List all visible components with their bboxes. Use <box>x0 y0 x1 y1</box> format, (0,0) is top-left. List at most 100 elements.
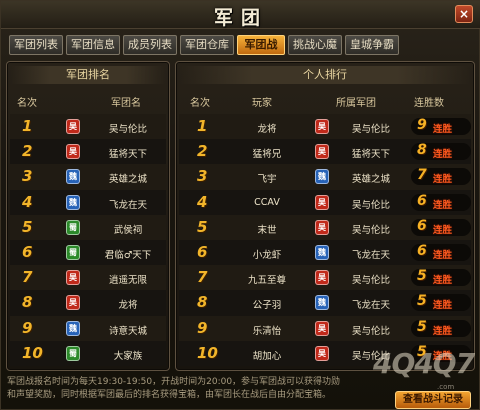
legion-ranking-list: 1 吴吴与伦比 2 吴猛将天下 3 魏英雄之城 4 魏飞龙在天 5 蜀武侯祠 6 蜀君临♂天下 7 吴逍遥… <box>10 114 166 366</box>
faction-badge-icon: 魏 <box>66 169 80 185</box>
legion-ranking-row[interactable]: 9 魏 诗意天城 <box>10 315 166 341</box>
legion-ranking-row[interactable]: 5 蜀 武侯祠 <box>10 214 166 240</box>
player-legion-name: 吴与伦比 <box>351 275 390 287</box>
tab-challenge-demon[interactable]: 挑战心魔 <box>288 35 342 55</box>
rank-number: 4 <box>22 192 33 211</box>
rank-number: 6 <box>22 242 33 261</box>
player-ranking-row[interactable]: 9 乐清怡 吴 吴与伦比 5 连胜 <box>179 315 471 341</box>
player-ranking-row[interactable]: 8 公子羽 魏 飞龙在天 5 连胜 <box>179 290 471 316</box>
rank-number: 8 <box>197 293 208 312</box>
win-streak-count: 6 <box>417 242 427 259</box>
close-button[interactable]: × <box>455 5 473 23</box>
legion-ranking-row[interactable]: 7 吴 逍遥无限 <box>10 265 166 291</box>
faction-badge-icon: 吴 <box>315 119 329 134</box>
legion-name: 大家族 <box>113 350 143 362</box>
legion-ranking-row[interactable]: 1 吴 吴与伦比 <box>10 114 166 140</box>
rank-number: 9 <box>22 318 33 337</box>
faction-badge-icon: 魏 <box>315 295 329 311</box>
tab-legion-list[interactable]: 军团列表 <box>9 35 63 55</box>
player-legion-name: 吴与伦比 <box>351 199 390 211</box>
faction-badge-icon: 蜀 <box>66 219 80 235</box>
player-name: 九五至尊 <box>247 275 286 287</box>
player-ranking-row[interactable]: 2 猛将兄 吴 猛将天下 8 连胜 <box>179 139 471 165</box>
faction-badge-icon: 蜀 <box>66 244 80 260</box>
tab-legion-info[interactable]: 军团信息 <box>66 35 120 55</box>
win-streak-count: 8 <box>417 142 427 159</box>
win-streak-count: 7 <box>417 167 427 184</box>
win-streak-count: 9 <box>417 117 427 133</box>
legion-ranking-panel: 军团排名 名次 军团名 1 吴吴与伦比 2 吴猛将天下 3 魏英雄之城 4 魏飞龙在天 5 蜀武侯… <box>6 61 170 371</box>
tab-legion-war[interactable]: 军团战 <box>237 35 285 55</box>
rank-number: 8 <box>22 293 33 312</box>
player-ranking-row[interactable]: 7 九五至尊 吴 吴与伦比 5 连胜 <box>179 265 471 291</box>
player-name: 飞宇 <box>257 174 277 186</box>
legion-ranking-row[interactable]: 2 吴 猛将天下 <box>10 139 166 165</box>
win-streak-label: 连胜 <box>433 300 453 312</box>
faction-badge-icon: 吴 <box>315 270 329 286</box>
win-streak-badge: 6 连胜 <box>411 193 471 211</box>
player-legion-name: 飞龙在天 <box>351 249 390 261</box>
player-ranking-row[interactable]: 6 小龙虾 魏 飞龙在天 6 连胜 <box>179 239 471 266</box>
rank-number: 7 <box>22 268 33 287</box>
rank-number: 1 <box>197 117 208 135</box>
legion-ranking-row[interactable]: 6 蜀 君临♂天下 <box>10 239 166 266</box>
tab-member-list[interactable]: 成员列表 <box>123 35 177 55</box>
win-streak-badge: 9 连胜 <box>411 117 471 135</box>
faction-badge-icon: 吴 <box>315 144 329 160</box>
legion-ranking-row[interactable]: 4 魏 飞龙在天 <box>10 189 166 215</box>
player-legion-name: 吴与伦比 <box>351 224 390 236</box>
window-title: 军团 <box>213 7 268 29</box>
win-streak-count: 6 <box>417 217 427 234</box>
legion-ranking-row[interactable]: 8 吴 龙将 <box>10 290 166 316</box>
win-streak-badge: 6 连胜 <box>411 242 471 261</box>
player-name: 末世 <box>257 224 277 236</box>
player-ranking-row[interactable]: 5 末世 吴 吴与伦比 6 连胜 <box>179 214 471 240</box>
watermark-domain: .com <box>437 383 455 391</box>
rank-number: 3 <box>22 167 33 186</box>
faction-badge-icon: 魏 <box>66 320 80 336</box>
rank-number: 5 <box>22 217 33 236</box>
win-streak-label: 连胜 <box>433 224 453 236</box>
player-ranking-title: 个人排行 <box>180 66 470 84</box>
player-legion-name: 吴与伦比 <box>351 325 390 337</box>
faction-badge-icon: 吴 <box>315 219 329 235</box>
legion-ranking-row[interactable]: 3 魏 英雄之城 <box>10 164 166 190</box>
player-legion-name: 飞龙在天 <box>351 300 390 312</box>
win-streak-label: 连胜 <box>433 174 453 186</box>
player-name: 胡加心 <box>252 350 282 362</box>
player-ranking-row[interactable]: 3 飞宇 魏 英雄之城 7 连胜 <box>179 164 471 190</box>
faction-badge-icon: 吴 <box>66 144 80 160</box>
legion-ranking-row[interactable]: 10 蜀 大家族 <box>10 340 166 366</box>
faction-badge-icon: 魏 <box>315 244 329 260</box>
faction-badge-icon: 吴 <box>315 320 329 336</box>
faction-badge-icon: 魏 <box>66 194 80 210</box>
player-ranking-row[interactable]: 1 龙将 吴 吴与伦比 9 连胜 <box>179 114 471 140</box>
rank-number: 1 <box>22 117 33 135</box>
legion-name: 武侯祠 <box>113 224 143 236</box>
win-streak-label: 连胜 <box>433 325 453 337</box>
rank-number: 2 <box>22 142 33 161</box>
header-rank: 名次 <box>17 98 37 109</box>
win-streak-label: 连胜 <box>433 275 453 287</box>
rules-description: 军团战报名时间为每天19:30-19:50，开战时间为20:00，参与军团战可以… <box>7 376 397 402</box>
win-streak-count: 5 <box>417 293 427 310</box>
rank-number: 10 <box>197 343 218 362</box>
player-ranking-row[interactable]: 4 CCAV 吴 吴与伦比 6 连胜 <box>179 189 471 215</box>
win-streak-badge: 5 连胜 <box>411 293 471 312</box>
player-ranking-header: 名次 玩家 所属军团 连胜数 <box>176 94 474 110</box>
faction-badge-icon: 吴 <box>66 119 80 134</box>
win-streak-badge: 6 连胜 <box>411 217 471 236</box>
player-ranking-list: 1 龙将吴吴与伦比 9 连胜 2 猛将兄吴猛将天下 8 连胜 3 飞宇魏英雄之城 7 连胜 4 CCAV 吴… <box>179 114 471 366</box>
faction-badge-icon: 吴 <box>315 345 329 361</box>
header-legion-name: 军团名 <box>111 98 141 109</box>
rank-number: 2 <box>197 142 208 161</box>
faction-badge-icon: 吴 <box>66 270 80 286</box>
title-bar: 军团 × <box>1 1 480 29</box>
player-name: CCAV <box>254 196 280 208</box>
tab-imperial-city-war[interactable]: 皇城争霸 <box>345 35 399 55</box>
win-streak-badge: 5 连胜 <box>411 268 471 287</box>
rules-line-2: 和声望奖励，同时根据军团最后的排名获得宝箱，由军团长在战后自由分配宝箱。 <box>7 390 332 400</box>
win-streak-badge: 5 连胜 <box>411 319 471 337</box>
tab-legion-warehouse[interactable]: 军团仓库 <box>180 35 234 55</box>
view-battle-record-button[interactable]: 查看战斗记录 <box>395 391 471 409</box>
